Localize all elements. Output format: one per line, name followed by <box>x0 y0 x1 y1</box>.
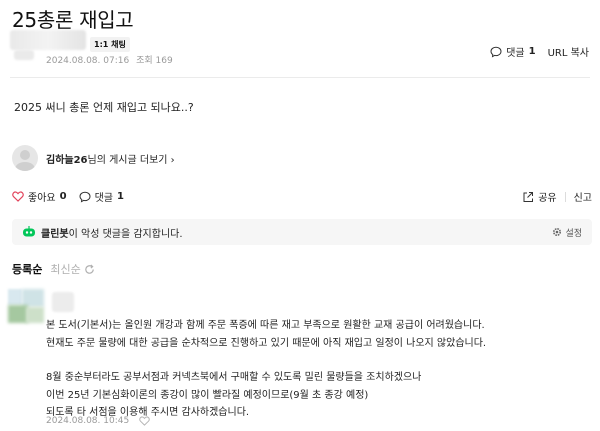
like-button[interactable]: 좋아요 0 <box>12 189 67 204</box>
like-label: 좋아요 <box>28 193 56 204</box>
divider <box>564 191 566 202</box>
comment-line: 이번 25년 기본심화이론의 종강이 많이 빨라질 예정이므로(9월 초 종강 … <box>46 389 369 401</box>
report-button[interactable]: 신고 <box>574 189 592 204</box>
divider <box>10 77 590 78</box>
comment-label: 댓글 <box>94 193 113 204</box>
avatar <box>12 145 38 171</box>
comment-line: 현재도 주문 물량에 대한 공급을 순차적으로 진행하고 있기 때문에 아직 재… <box>46 337 487 349</box>
page-title: 25총론 재입고 <box>12 8 134 32</box>
post-body: 2025 써니 총론 언제 재입고 되나요..? <box>14 101 194 114</box>
cleanbot-banner: 클린봇 이 악성 댓글을 감지합니다. 설정 <box>12 219 592 245</box>
sort-latest-tab[interactable]: 최신순 <box>50 261 94 277</box>
comment-line: 8월 중순부터라도 공부서점과 커넥츠북에서 구매할 수 있도록 밀린 물량들을… <box>46 372 422 384</box>
share-label: 공유 <box>538 193 557 204</box>
top-actions: 댓글 1 URL 복사 <box>490 44 589 59</box>
share-report-group: 공유 신고 <box>522 189 592 204</box>
comment-meta: 2024.08.08. 10:45 <box>46 416 150 426</box>
post-meta: 2024.08.08. 07:16 조회 169 <box>46 53 177 66</box>
commenter-avatar-blurred <box>8 289 44 325</box>
cleanbot-name: 클린봇 <box>41 228 69 240</box>
url-copy-button[interactable]: URL 복사 <box>548 44 589 59</box>
author-name-blurred <box>10 30 86 50</box>
share-button[interactable]: 공유 <box>522 189 557 204</box>
post-views: 조회 169 <box>136 56 173 66</box>
comment-like-button[interactable] <box>139 416 150 426</box>
comment-bubble-icon <box>79 191 91 203</box>
top-comment-count: 1 <box>528 46 536 57</box>
profile-link-suffix: 님의 게시글 더보기 › <box>87 154 175 166</box>
heart-icon <box>12 191 24 202</box>
gear-icon <box>552 227 562 237</box>
cleanbot-message: 이 악성 댓글을 감지합니다. <box>68 228 183 240</box>
comment-body: 본 도서(기본서)는 올인원 개강과 함께 주문 폭증에 따른 재고 부족으로 … <box>46 317 486 422</box>
comment-date: 2024.08.08. 10:45 <box>46 416 130 426</box>
commenter-name-blurred <box>52 292 74 312</box>
chat-badge[interactable]: 1:1 채팅 <box>90 37 130 52</box>
refresh-icon <box>84 264 95 275</box>
cleanbot-icon <box>22 226 36 238</box>
top-comment-label: 댓글 <box>506 48 525 59</box>
profile-nickname: 김하늘26 <box>46 154 88 166</box>
like-count: 0 <box>59 191 67 202</box>
post-actions: 좋아요 0 댓글 1 공유 신고 <box>12 189 592 204</box>
top-comment-button[interactable]: 댓글 1 <box>490 44 536 59</box>
comment-sort: 등록순 최신순 <box>12 261 95 277</box>
share-icon <box>522 191 534 203</box>
settings-label: 설정 <box>565 228 582 239</box>
author-profile-link[interactable]: 김하늘26님의 게시글 더보기 › <box>12 145 175 171</box>
profile-link-text: 김하늘26님의 게시글 더보기 › <box>46 151 175 166</box>
comment-line: 본 도서(기본서)는 올인원 개강과 함께 주문 폭증에 따른 재고 부족으로 … <box>46 320 485 331</box>
post-date: 2024.08.08. 07:16 <box>46 56 130 66</box>
sort-registered-tab[interactable]: 등록순 <box>12 261 42 277</box>
comment-count: 1 <box>116 191 124 202</box>
cleanbot-settings-button[interactable]: 설정 <box>552 226 582 239</box>
author-level-blurred <box>14 50 34 60</box>
comment-button[interactable]: 댓글 1 <box>79 189 124 204</box>
heart-icon <box>139 416 150 426</box>
comment-bubble-icon <box>490 46 502 58</box>
sort-latest-label: 최신순 <box>50 263 81 276</box>
